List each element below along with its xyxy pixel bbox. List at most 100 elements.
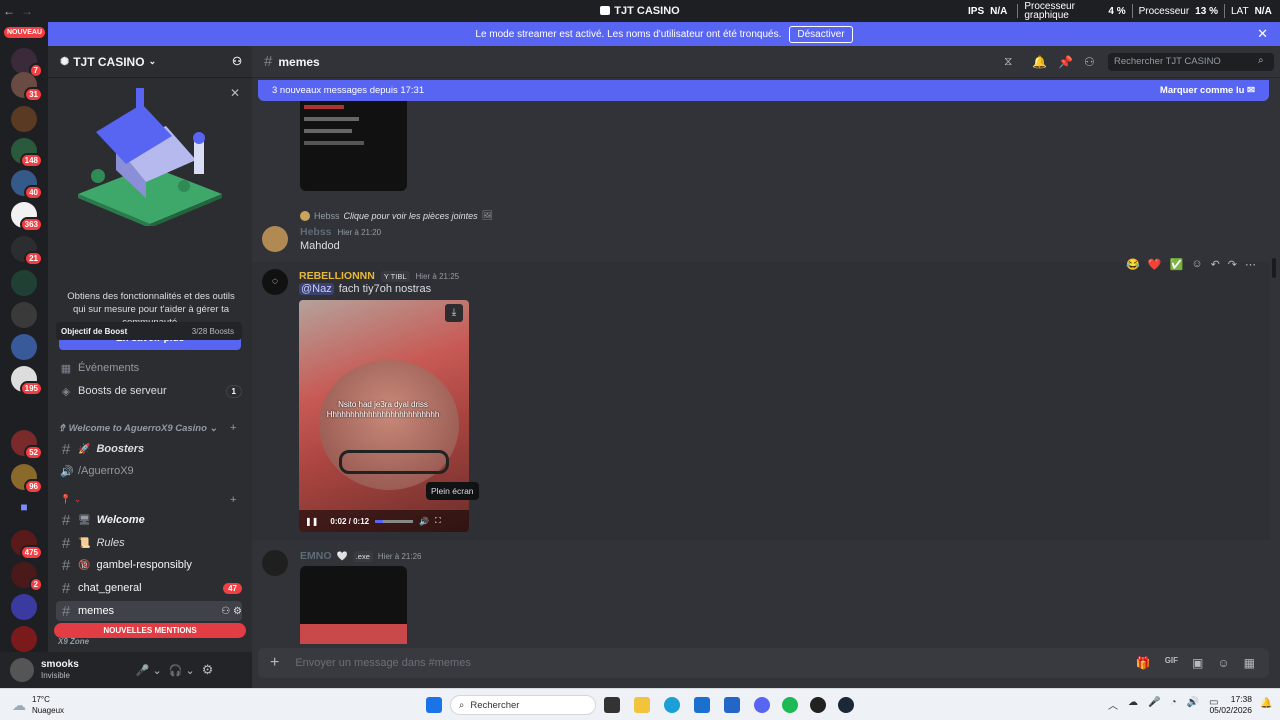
gif-icon[interactable]: GIF xyxy=(1165,656,1178,670)
volume-icon[interactable]: 🔊 xyxy=(419,517,429,526)
server-icon[interactable]: 21 xyxy=(11,236,43,266)
add-attachment-icon[interactable]: + xyxy=(270,654,279,672)
steam-icon[interactable] xyxy=(838,697,854,713)
add-reaction-icon[interactable]: ☺ xyxy=(1191,258,1202,271)
gear-icon[interactable]: ⚙ xyxy=(202,662,214,678)
gift-icon[interactable]: 🎁 xyxy=(1136,656,1151,670)
channel-boosters[interactable]: # 🚀 Boosters xyxy=(56,439,242,459)
avatar[interactable]: ◌ xyxy=(262,269,288,295)
server-icon[interactable] xyxy=(11,106,37,132)
store-icon[interactable] xyxy=(694,697,710,713)
joy-reaction-icon[interactable]: 😂 xyxy=(1126,258,1140,271)
pause-icon[interactable]: ❚❚ xyxy=(305,517,318,526)
download-button[interactable]: ⤓ xyxy=(445,304,463,322)
message-input[interactable]: Envoyer un message dans #memes xyxy=(295,657,470,669)
windows-start-icon[interactable] xyxy=(426,697,442,713)
clock[interactable]: 17:38 05/02/2026 xyxy=(1206,694,1252,716)
members-icon[interactable]: ⚇ xyxy=(1084,55,1095,69)
server-icon[interactable] xyxy=(11,594,37,620)
server-icon[interactable]: 195 xyxy=(11,366,43,396)
emoji-icon[interactable]: ☺ xyxy=(1217,656,1229,670)
pin-icon[interactable]: 📌 xyxy=(1058,55,1073,69)
reply-icon[interactable]: ↶ xyxy=(1211,258,1220,271)
server-icon[interactable] xyxy=(11,334,37,360)
forward-icon[interactable]: ↷ xyxy=(1228,258,1237,271)
close-icon[interactable]: ✕ xyxy=(230,86,240,100)
new-mentions-pill[interactable]: NOUVELLES MENTIONS xyxy=(54,623,246,638)
discord-icon[interactable] xyxy=(754,697,770,713)
voice-channel[interactable]: 🔊 /AguerroX9 xyxy=(56,461,242,481)
channel-gamble[interactable]: # 🔞 gambel-responsibly xyxy=(56,555,242,575)
volume-icon[interactable]: 🔊 xyxy=(1187,697,1199,712)
search-input[interactable]: Rechercher TJT CASINO xyxy=(1108,53,1274,71)
add-member-icon[interactable]: ⚇ xyxy=(232,55,242,68)
notification-icon[interactable]: 🔔 xyxy=(1260,698,1272,709)
task-view-icon[interactable] xyxy=(604,697,620,713)
threads-icon[interactable]: ⧖ xyxy=(1004,54,1012,69)
server-icon[interactable]: 475 xyxy=(11,530,43,560)
attachment-preview[interactable] xyxy=(300,566,407,644)
server-header[interactable]: ✺ TJT CASINO ⌄ ⚇ xyxy=(48,46,252,78)
avatar[interactable] xyxy=(262,550,288,576)
server-icon[interactable]: 363 xyxy=(11,202,43,232)
channel-welcome[interactable]: # 🖥 Welcome xyxy=(56,510,242,530)
message-composer[interactable]: + Envoyer un message dans #memes 🎁 GIF ▣… xyxy=(258,648,1269,678)
attachment-preview[interactable] xyxy=(300,101,407,191)
message-author[interactable]: REBELLIONNN xyxy=(299,270,375,282)
avatar[interactable] xyxy=(10,658,34,682)
user-mention[interactable]: @Naz xyxy=(299,283,334,295)
reply-reference[interactable]: Hebss Clique pour voir les pièces jointe… xyxy=(300,210,493,221)
fullscreen-icon[interactable]: ⛶ xyxy=(435,516,441,526)
spotify-icon[interactable] xyxy=(782,697,798,713)
file-explorer-icon[interactable] xyxy=(634,697,650,713)
edge-icon[interactable] xyxy=(664,697,680,713)
avatar[interactable] xyxy=(262,226,288,252)
folder-icon[interactable]: ■ xyxy=(11,500,37,526)
server-icon[interactable]: 2 xyxy=(11,562,43,592)
sticker-icon[interactable]: ▣ xyxy=(1192,656,1203,670)
scrollbar[interactable] xyxy=(1272,258,1276,278)
add-channel-icon[interactable]: + xyxy=(230,494,236,506)
message-author[interactable]: EMNO xyxy=(300,550,332,562)
more-icon[interactable]: ⋯ xyxy=(1245,258,1256,271)
channel-chat-general[interactable]: # chat_general 47 xyxy=(56,578,242,598)
server-icon[interactable] xyxy=(11,270,37,296)
weather-widget[interactable]: ☁ 17°C Nuageux xyxy=(12,694,64,716)
server-icon[interactable]: 148 xyxy=(11,138,43,168)
app-icon[interactable] xyxy=(810,697,826,713)
server-icon[interactable]: 31 xyxy=(11,72,43,102)
new-messages-bar[interactable]: 3 nouveaux messages depuis 17:31 Marquer… xyxy=(258,80,1269,101)
server-icon[interactable]: 96 xyxy=(11,464,43,494)
mark-read-button[interactable]: Marquer comme lu ✉ xyxy=(1160,85,1255,96)
category-header[interactable]: ⇮ Welcome to AguerroX9 Casino ⌄ xyxy=(58,423,218,434)
wifi-icon[interactable]: ◔ xyxy=(1170,697,1176,712)
server-icon[interactable] xyxy=(11,302,37,328)
category-header[interactable]: X9 Zone xyxy=(58,637,89,646)
add-channel-icon[interactable]: + xyxy=(230,422,236,434)
headset-icon[interactable]: 🎧 ⌄ xyxy=(169,664,195,677)
apps-icon[interactable]: ▦ xyxy=(1244,656,1255,670)
chevron-up-icon[interactable]: ︿ xyxy=(1108,697,1118,712)
check-reaction-icon[interactable]: ✅ xyxy=(1170,258,1184,271)
invite-icon[interactable]: ⚇ ⚙ xyxy=(221,606,242,617)
disable-streamer-button[interactable]: Désactiver xyxy=(789,25,853,43)
server-boosts-item[interactable]: ◈ Boosts de serveur 1 xyxy=(56,381,242,401)
outlook-icon[interactable] xyxy=(724,697,740,713)
server-icon[interactable]: 52 xyxy=(11,430,43,460)
server-icon[interactable]: 40 xyxy=(11,170,43,200)
microphone-icon[interactable]: 🎤 ⌄ xyxy=(136,664,162,677)
mic-icon[interactable]: 🎤 xyxy=(1148,697,1160,712)
boost-goal-bar[interactable]: Objectif de Boost 3/28 Boosts xyxy=(56,322,242,340)
heart-reaction-icon[interactable]: ❤️ xyxy=(1148,258,1162,271)
server-icon[interactable]: 7 xyxy=(11,48,43,78)
channel-rules[interactable]: # 📜 Rules xyxy=(56,533,242,553)
bell-icon[interactable]: 🔔 xyxy=(1032,55,1047,69)
progress-bar[interactable] xyxy=(375,519,414,523)
events-item[interactable]: ▦ Événements xyxy=(56,358,242,378)
new-tag[interactable]: NOUVEAU xyxy=(4,27,46,38)
taskbar-search[interactable]: ⌕ Rechercher xyxy=(450,695,596,715)
server-icon[interactable] xyxy=(11,626,37,652)
message-author[interactable]: Hebss xyxy=(300,226,332,238)
channel-memes[interactable]: # memes ⚇ ⚙ xyxy=(56,601,242,621)
network-icon[interactable]: ☁ xyxy=(1128,697,1138,712)
